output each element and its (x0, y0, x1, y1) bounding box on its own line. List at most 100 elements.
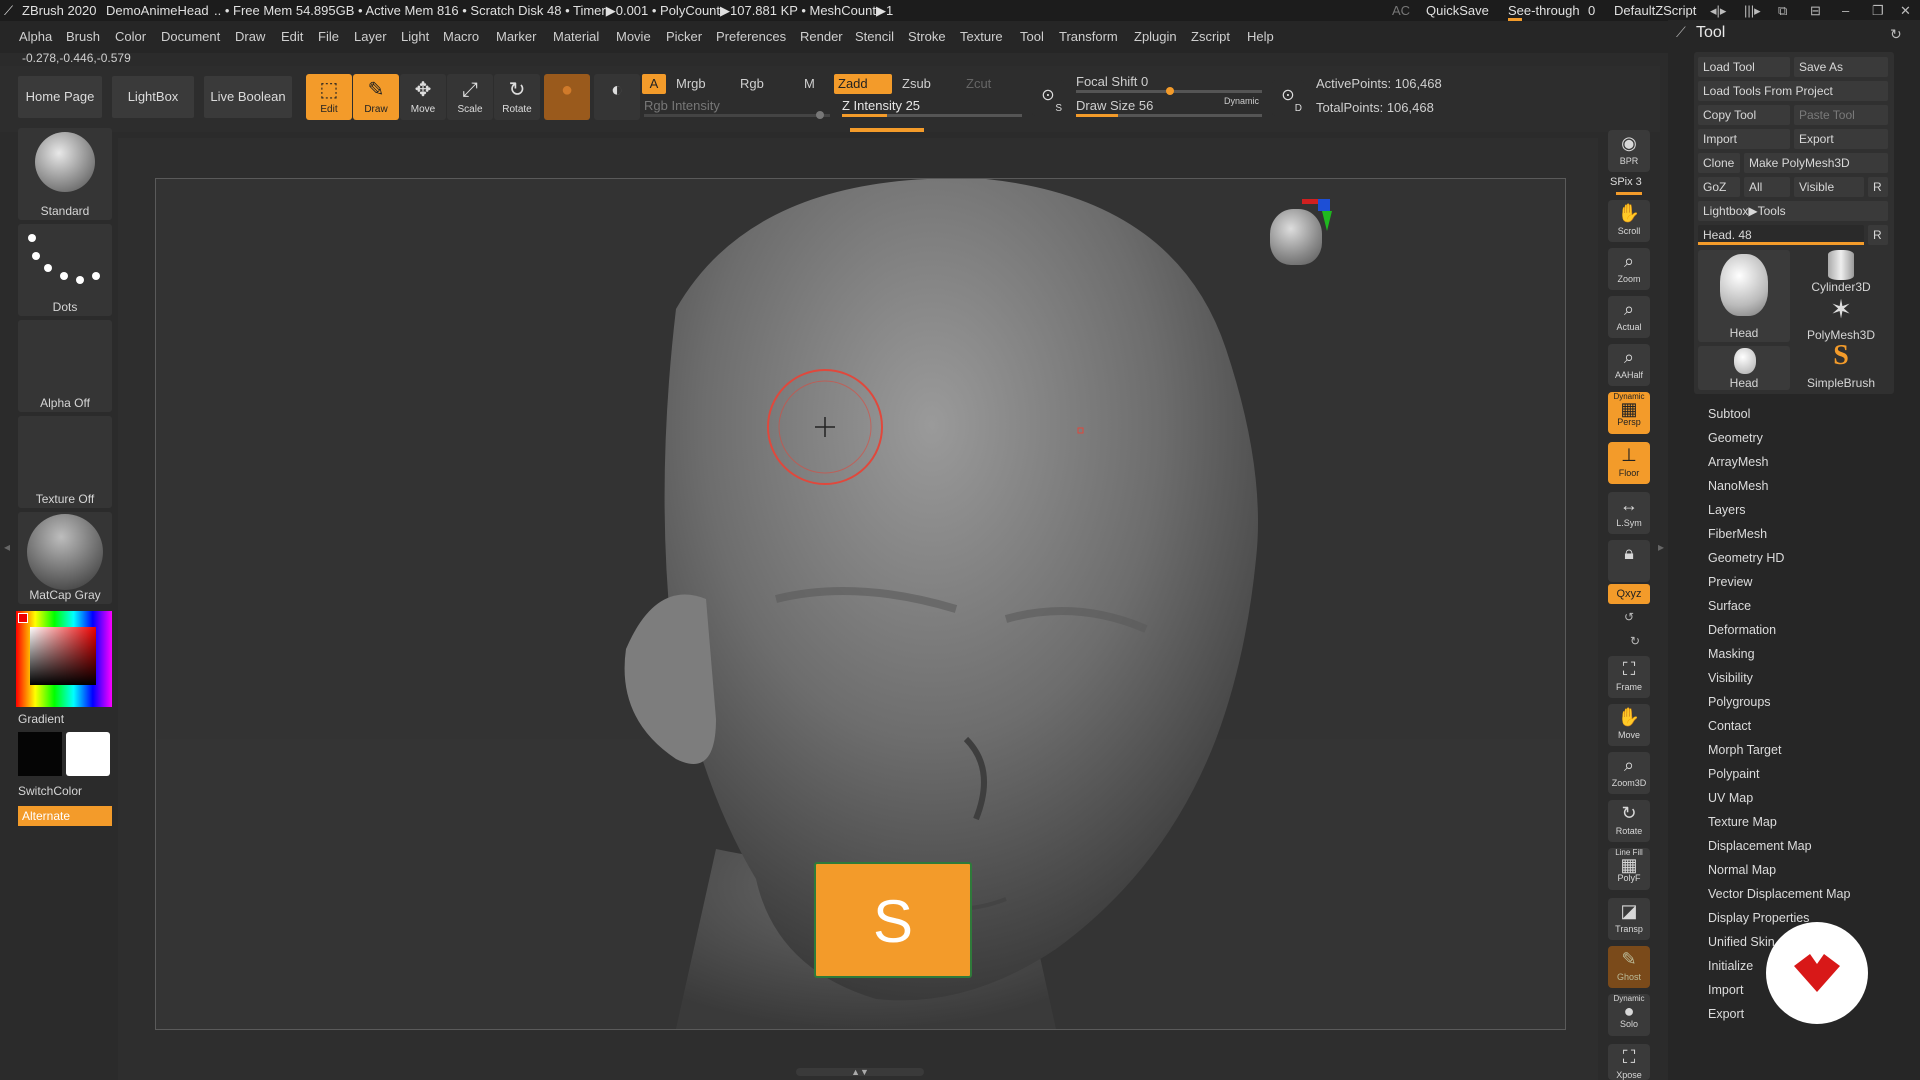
menu-edit[interactable]: Edit (281, 21, 303, 53)
lsym-button[interactable]: ↔ L.Sym (1608, 492, 1650, 534)
polypaint-section[interactable]: Polypaint (1708, 767, 1759, 781)
tool-thumb-head[interactable]: Head (1698, 250, 1790, 342)
a-toggle[interactable]: A (642, 74, 666, 94)
goz-button[interactable]: GoZ (1698, 177, 1740, 197)
menu-help[interactable]: Help (1247, 21, 1274, 53)
tool-palette-title[interactable]: Tool (1696, 24, 1725, 42)
restore-icon[interactable]: ❐ (1872, 0, 1884, 21)
zcut-toggle[interactable]: Zcut (966, 76, 991, 91)
ac-button[interactable]: AC (1392, 0, 1410, 21)
tool-thumb-polymesh3d[interactable]: ✶ PolyMesh3D (1794, 294, 1888, 342)
color-picker[interactable] (16, 611, 112, 707)
export-button[interactable]: Export (1794, 129, 1888, 149)
layout-icon[interactable]: ⧉ (1778, 0, 1787, 21)
visibility-section[interactable]: Visibility (1708, 671, 1753, 685)
home-page-button[interactable]: Home Page (18, 76, 102, 118)
spix-slider[interactable] (1616, 192, 1642, 195)
polygroups-section[interactable]: Polygroups (1708, 695, 1771, 709)
vector-displacement-map-section[interactable]: Vector Displacement Map (1708, 887, 1850, 901)
focal-s-button[interactable]: ⊙ S (1032, 80, 1064, 116)
polyf-button[interactable]: Line Fill ▦ PolyF (1608, 848, 1650, 890)
palette-toggle-icon[interactable]: |||▸ (1744, 0, 1761, 21)
quicksave-button[interactable]: QuickSave (1426, 0, 1489, 21)
color-square[interactable] (30, 627, 96, 685)
normal-map-section[interactable]: Normal Map (1708, 863, 1776, 877)
zoom3d-button[interactable]: ⌕ Zoom3D (1608, 752, 1650, 794)
initialize-section[interactable]: Initialize (1708, 959, 1753, 973)
material-swatch-button[interactable]: ● (544, 74, 590, 120)
edit-button[interactable]: ⬚ Edit (306, 74, 352, 120)
close-icon[interactable]: ✕ (1900, 0, 1911, 21)
ghost-button[interactable]: ✎ Ghost (1608, 946, 1650, 988)
menu-layer[interactable]: Layer (354, 21, 387, 53)
stroke-selector[interactable]: Dots (18, 224, 112, 316)
menu-file[interactable]: File (318, 21, 339, 53)
goz-r-button[interactable]: R (1868, 177, 1888, 197)
menu-transform[interactable]: Transform (1059, 21, 1118, 53)
import-section[interactable]: Import (1708, 983, 1743, 997)
displacement-map-section[interactable]: Displacement Map (1708, 839, 1812, 853)
texture-map-section[interactable]: Texture Map (1708, 815, 1777, 829)
zsub-toggle[interactable]: Zsub (902, 76, 931, 91)
menu-marker[interactable]: Marker (496, 21, 536, 53)
load-tools-from-project-button[interactable]: Load Tools From Project (1698, 81, 1888, 101)
save-as-button[interactable]: Save As (1794, 57, 1888, 77)
bottom-tray-handle-icon[interactable]: ▲▼ (796, 1068, 924, 1077)
alpha-selector[interactable]: Alpha Off (18, 320, 112, 412)
aahalf-button[interactable]: ⌕ AAHalf (1608, 344, 1650, 386)
floor-button[interactable]: ⊥ Floor (1608, 442, 1650, 484)
preview-section[interactable]: Preview (1708, 575, 1752, 589)
lock-button[interactable]: 🔒︎ (1608, 540, 1650, 582)
menu-macro[interactable]: Macro (443, 21, 479, 53)
menu-zscript[interactable]: Zscript (1191, 21, 1230, 53)
load-tool-button[interactable]: Load Tool (1698, 57, 1790, 77)
current-tool-r-button[interactable]: R (1868, 225, 1888, 245)
bpr-button[interactable]: ◉ BPR (1608, 130, 1650, 172)
texture-selector[interactable]: Texture Off (18, 416, 112, 508)
switchcolor-button[interactable]: SwitchColor (18, 784, 82, 798)
rotate-button[interactable]: ↻ Rotate (494, 74, 540, 120)
geometry-hd-section[interactable]: Geometry HD (1708, 551, 1784, 565)
focal-shift-slider[interactable] (1076, 87, 1262, 95)
unified-skin-section[interactable]: Unified Skin (1708, 935, 1775, 949)
focal-d-button[interactable]: ⊙ D (1272, 80, 1304, 116)
morph-target-section[interactable]: Morph Target (1708, 743, 1781, 757)
minimize-icon[interactable]: – (1842, 0, 1849, 21)
lightbox-tools-button[interactable]: Lightbox▶Tools (1698, 201, 1888, 221)
masking-section[interactable]: Masking (1708, 647, 1755, 661)
menu-alpha[interactable]: Alpha (19, 21, 52, 53)
layers-section[interactable]: Layers (1708, 503, 1746, 517)
solo-button[interactable]: Dynamic ● Solo (1608, 994, 1650, 1036)
export-section[interactable]: Export (1708, 1007, 1744, 1021)
dynamic-toggle[interactable]: Dynamic (1224, 96, 1259, 106)
geometry-section[interactable]: Geometry (1708, 431, 1763, 445)
fibermesh-section[interactable]: FiberMesh (1708, 527, 1767, 541)
actual-button[interactable]: ⌕ Actual (1608, 296, 1650, 338)
z-intensity-slider[interactable] (842, 114, 1022, 117)
arraymesh-section[interactable]: ArrayMesh (1708, 455, 1768, 469)
rotate-view-button[interactable]: ↻ Rotate (1608, 800, 1650, 842)
goz-visible-button[interactable]: Visible (1794, 177, 1864, 197)
contact-section[interactable]: Contact (1708, 719, 1751, 733)
tool-thumb-cylinder3d[interactable]: Cylinder3D (1794, 250, 1888, 294)
draw-button[interactable]: ✎ Draw (353, 74, 399, 120)
draw-size-slider[interactable] (1076, 114, 1262, 117)
primary-color-swatch[interactable] (66, 732, 110, 776)
current-tool-slider[interactable]: Head. 48 (1698, 225, 1864, 245)
copy-tool-button[interactable]: Copy Tool (1698, 105, 1790, 125)
uv-map-section[interactable]: UV Map (1708, 791, 1753, 805)
scale-button[interactable]: ⤢ Scale (447, 74, 493, 120)
menu-stencil[interactable]: Stencil (855, 21, 894, 53)
material-selector[interactable]: MatCap Gray (18, 512, 112, 604)
m-toggle[interactable]: M (804, 76, 815, 91)
clone-button[interactable]: Clone (1698, 153, 1740, 173)
tool-thumb-head-small[interactable]: Head (1698, 346, 1790, 390)
menu-draw[interactable]: Draw (235, 21, 265, 53)
palette-drag-icon[interactable]: ⟋ (1676, 24, 1686, 41)
zadd-toggle[interactable]: Zadd (834, 74, 892, 94)
alternate-button[interactable]: Alternate (18, 806, 112, 826)
make-polymesh3d-button[interactable]: Make PolyMesh3D (1744, 153, 1888, 173)
menu-zplugin[interactable]: Zplugin (1134, 21, 1177, 53)
move-button[interactable]: ✥ Move (400, 74, 446, 120)
subtool-section[interactable]: Subtool (1708, 407, 1750, 421)
